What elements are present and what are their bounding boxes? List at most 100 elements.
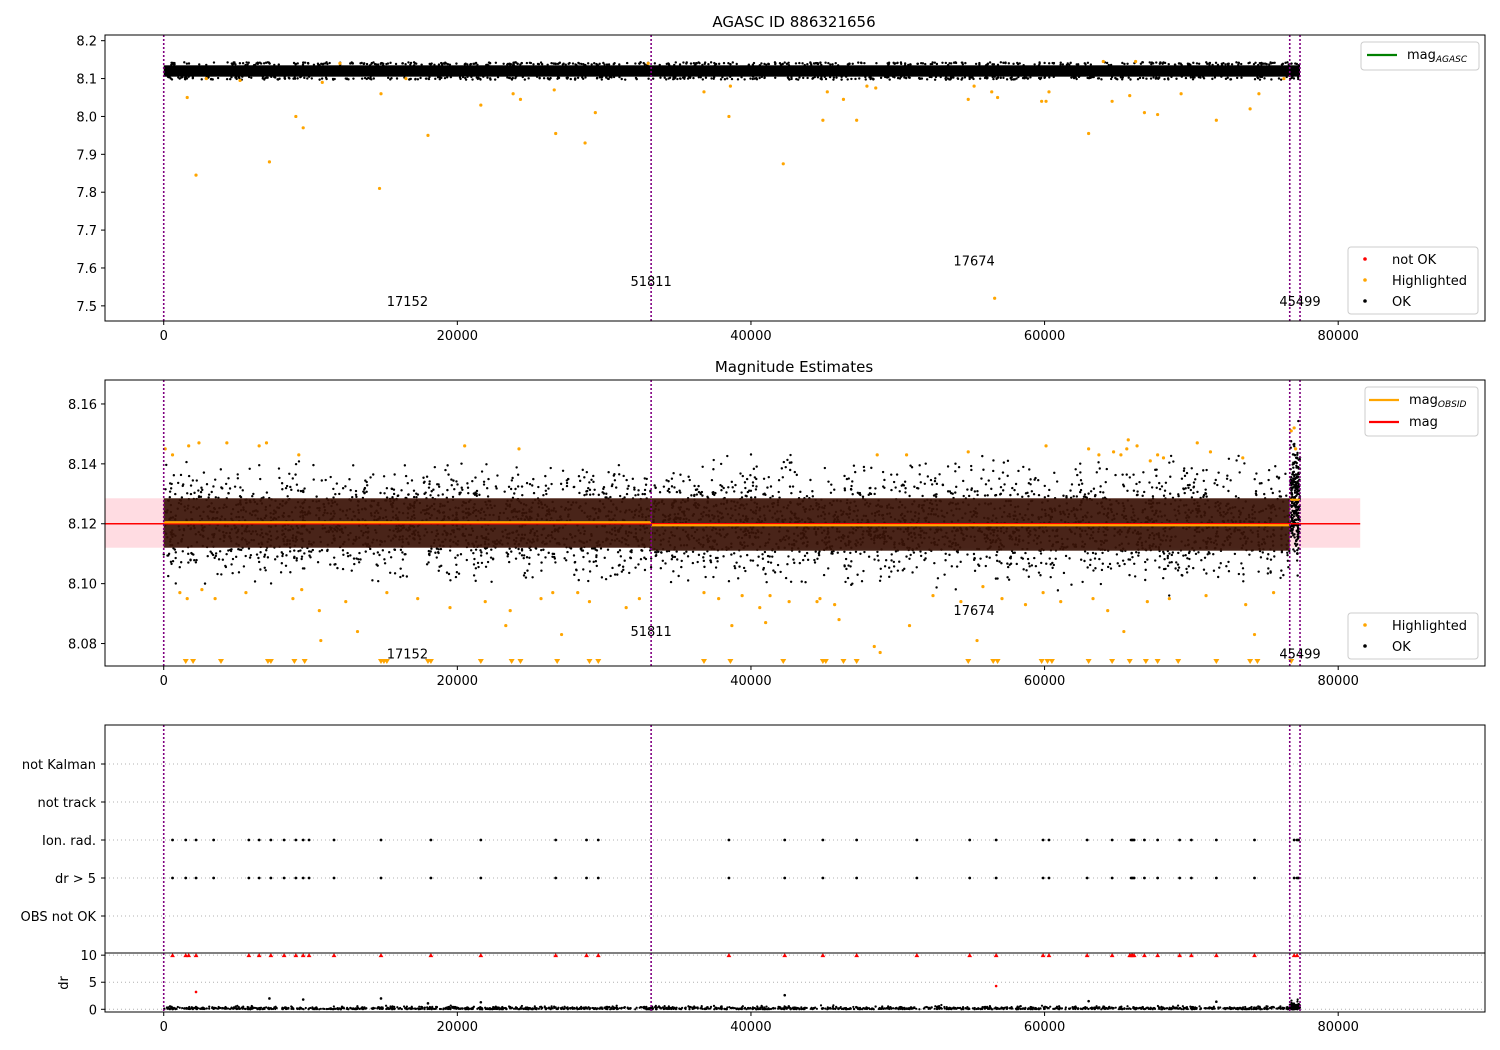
ok-point: [178, 566, 181, 569]
ok-point: [407, 61, 410, 64]
ok-point: [296, 489, 300, 492]
ok-point: [991, 75, 994, 79]
ok-point: [544, 484, 548, 487]
highlighted-point: [511, 92, 515, 96]
ok-point: [1052, 75, 1055, 79]
ok-point: [382, 475, 386, 478]
ok-point: [587, 486, 590, 490]
ok-point: [578, 62, 581, 65]
ok-point: [1012, 62, 1015, 66]
ok-point: [957, 465, 961, 469]
ok-point: [369, 547, 372, 551]
ok-point: [827, 61, 830, 65]
ok-point: [529, 61, 533, 65]
ok-point: [447, 473, 450, 476]
ok-point: [1149, 77, 1153, 80]
ok-point: [1043, 76, 1046, 80]
ok-point: [798, 61, 801, 65]
ok-point: [1158, 554, 1162, 558]
ok-point: [210, 490, 213, 494]
ok-point: [1106, 565, 1110, 569]
ok-point: [755, 465, 758, 468]
ok-point: [1182, 554, 1185, 557]
ok-point: [672, 570, 675, 573]
ok-point: [1034, 476, 1037, 480]
ok-point: [1286, 559, 1290, 563]
ok-point: [1128, 558, 1132, 561]
ok-point: [179, 561, 183, 564]
ok-point: [565, 481, 569, 485]
ok-point: [358, 551, 361, 555]
ok-point: [994, 493, 998, 497]
ok-point: [653, 62, 657, 65]
ok-point: [1163, 558, 1166, 561]
ok-point: [1278, 490, 1281, 493]
ok-point: [460, 462, 463, 465]
ok-point: [520, 549, 524, 552]
legend-marker-swatch: [1363, 278, 1367, 282]
ok-point: [1123, 562, 1126, 566]
ok-point: [1295, 62, 1299, 66]
ok-point: [456, 483, 459, 486]
ok-point: [756, 564, 759, 567]
ok-point: [851, 62, 854, 65]
ok-point: [687, 475, 690, 478]
ok-point: [586, 62, 590, 65]
ok-point: [335, 482, 339, 485]
ok-point: [1214, 61, 1218, 65]
legend-label: OK: [1392, 295, 1411, 310]
ok-point: [911, 571, 914, 574]
ok-point: [244, 63, 247, 67]
ok-point: [733, 490, 736, 493]
ok-point: [403, 553, 406, 556]
ok-point: [1225, 564, 1228, 568]
ok-point: [341, 549, 345, 552]
ok-point: [1226, 474, 1229, 477]
ok-point: [690, 494, 693, 497]
ok-point: [1051, 566, 1054, 570]
ok-point: [834, 61, 837, 65]
ok-point: [1227, 560, 1230, 564]
ok-point: [1227, 62, 1230, 65]
ok-point: [230, 62, 233, 65]
ok-point: [845, 567, 848, 571]
ok-point: [780, 467, 784, 470]
ok-point: [1115, 553, 1119, 556]
ok-point: [252, 492, 255, 496]
ok-point: [490, 548, 493, 551]
ok-point: [792, 558, 795, 561]
ok-point: [987, 479, 990, 482]
ok-point: [727, 62, 730, 65]
ok-point: [331, 77, 335, 81]
ok-point: [691, 561, 695, 565]
ok-point: [581, 77, 585, 80]
ok-point: [471, 78, 474, 81]
ok-point: [303, 487, 306, 490]
ok-point: [212, 485, 215, 488]
ok-point: [950, 76, 953, 79]
ok-point: [801, 558, 805, 562]
ok-point: [507, 485, 511, 488]
ok-point: [173, 548, 177, 551]
ok-point: [634, 62, 637, 65]
ok-point: [578, 479, 582, 483]
highlighted-point: [320, 80, 324, 84]
ok-point: [1260, 61, 1263, 65]
ok-point: [629, 550, 632, 553]
ok-point: [1128, 573, 1131, 577]
ok-point: [822, 573, 826, 577]
ok-point: [511, 476, 514, 480]
ok-point: [1136, 490, 1139, 493]
ok-point: [517, 547, 520, 551]
ok-point: [1192, 61, 1195, 65]
ok-point: [1195, 62, 1199, 65]
ok-point: [1254, 490, 1258, 493]
ok-point: [444, 468, 447, 472]
ok-point: [735, 561, 738, 564]
ok-point: [639, 558, 643, 561]
ok-point: [635, 77, 638, 81]
ok-point: [1168, 492, 1172, 495]
ok-point: [425, 77, 428, 80]
ok-point: [198, 63, 201, 66]
ok-point: [439, 547, 443, 551]
